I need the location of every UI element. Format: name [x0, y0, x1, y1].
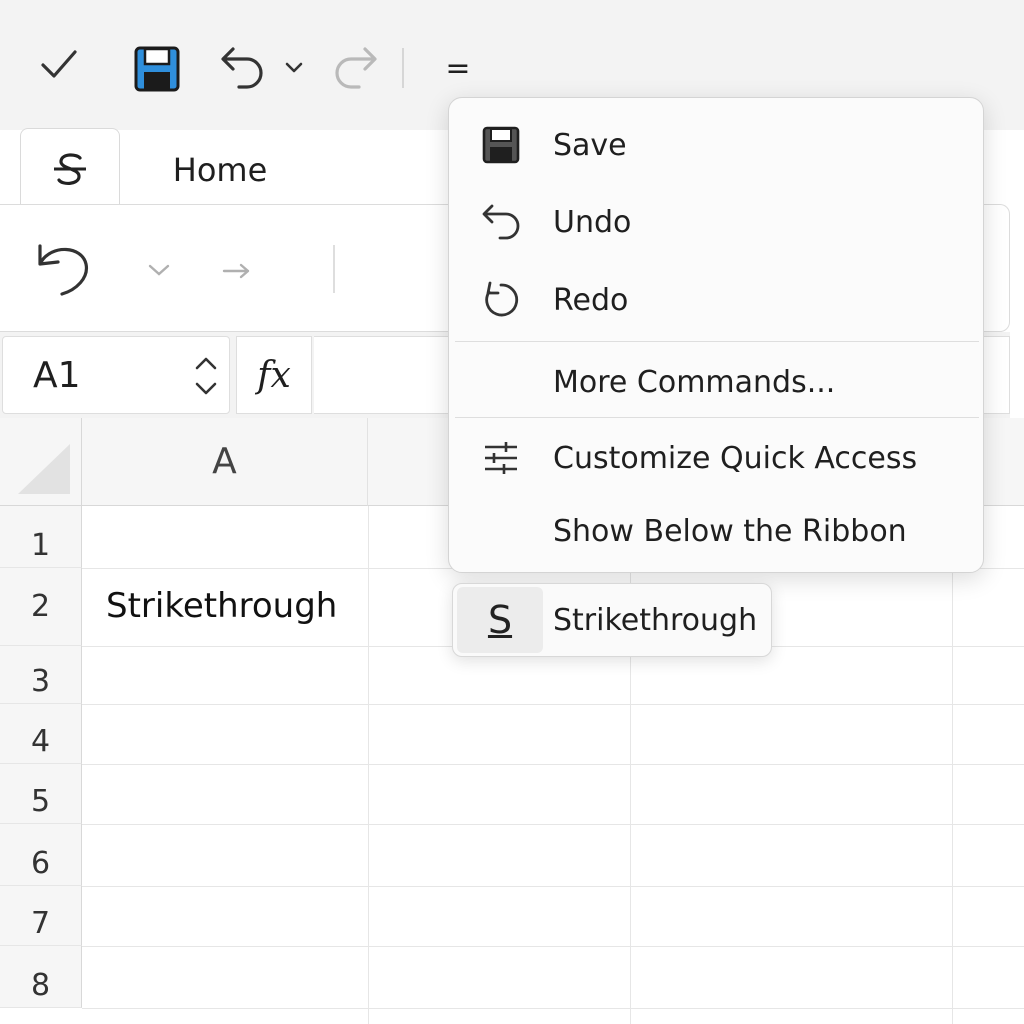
sliders-icon: [449, 441, 553, 475]
grid-line: [82, 946, 1024, 947]
row-header[interactable]: 1: [0, 506, 82, 568]
strikethrough-button[interactable]: S Strikethrough: [452, 583, 772, 657]
menu-item-label: Undo: [553, 204, 632, 240]
menu-item-label: Redo: [553, 282, 629, 318]
menu-item-undo[interactable]: Undo: [449, 187, 985, 257]
menu-separator: [455, 341, 979, 342]
menu-item-label: More Commands...: [553, 364, 836, 400]
grid-line: [82, 764, 1024, 765]
menu-item-customize-quick-access[interactable]: Customize Quick Access: [449, 423, 985, 493]
strikethrough-label: Strikethrough: [553, 602, 758, 638]
ribbon-separator: [333, 245, 335, 293]
grid-line: [82, 824, 1024, 825]
row-header[interactable]: 8: [0, 946, 82, 1008]
chevron-down-icon[interactable]: [148, 262, 172, 278]
tab-home[interactable]: Home: [150, 132, 290, 208]
redo-icon: [449, 279, 553, 321]
up-down-chevron-icon[interactable]: [193, 353, 219, 399]
grid-line: [82, 886, 1024, 887]
grid-line: [368, 506, 369, 1024]
column-header-a[interactable]: A: [82, 418, 368, 506]
chevron-down-icon[interactable]: [282, 56, 306, 80]
row-header[interactable]: 5: [0, 764, 82, 824]
quick-access-menu: Save Undo Redo More Commands... Customiz…: [448, 97, 984, 573]
menu-item-label: Save: [553, 127, 627, 163]
row-header[interactable]: 3: [0, 646, 82, 704]
menu-item-label: Customize Quick Access: [553, 440, 918, 476]
strikethrough-icon: S: [457, 587, 543, 653]
arrow-right-icon[interactable]: [222, 262, 254, 282]
row-header[interactable]: 4: [0, 704, 82, 764]
row-header[interactable]: 6: [0, 824, 82, 886]
row-header[interactable]: 2: [0, 568, 82, 646]
toolbar-separator: [402, 48, 404, 88]
select-all-corner[interactable]: [0, 418, 82, 506]
name-box-value: A1: [33, 354, 81, 396]
save-icon[interactable]: [132, 44, 182, 94]
redo-icon[interactable]: [330, 40, 380, 90]
check-icon[interactable]: [34, 42, 84, 86]
strikethrough-s-icon: [54, 152, 86, 185]
menu-separator: [455, 417, 979, 418]
undo-icon: [449, 202, 553, 242]
menu-item-more-commands[interactable]: More Commands...: [449, 347, 985, 417]
undo-icon[interactable]: [218, 40, 268, 90]
insert-function-button[interactable]: fx: [236, 336, 312, 414]
save-icon: [449, 125, 553, 165]
grid-line: [952, 506, 953, 1024]
strikethrough-tab[interactable]: [20, 128, 120, 208]
row-header[interactable]: 7: [0, 886, 82, 946]
cell-a2[interactable]: Strikethrough: [106, 586, 337, 626]
undo-large-icon[interactable]: [34, 238, 94, 298]
menu-item-save[interactable]: Save: [449, 110, 985, 180]
customize-qat-icon[interactable]: =: [440, 50, 476, 86]
name-box[interactable]: A1: [2, 336, 230, 414]
menu-item-show-below-ribbon[interactable]: Show Below the Ribbon: [449, 496, 985, 566]
grid-line: [82, 704, 1024, 705]
menu-item-redo[interactable]: Redo: [449, 265, 985, 335]
menu-item-label: Show Below the Ribbon: [553, 513, 907, 549]
grid-line: [82, 1008, 1024, 1009]
